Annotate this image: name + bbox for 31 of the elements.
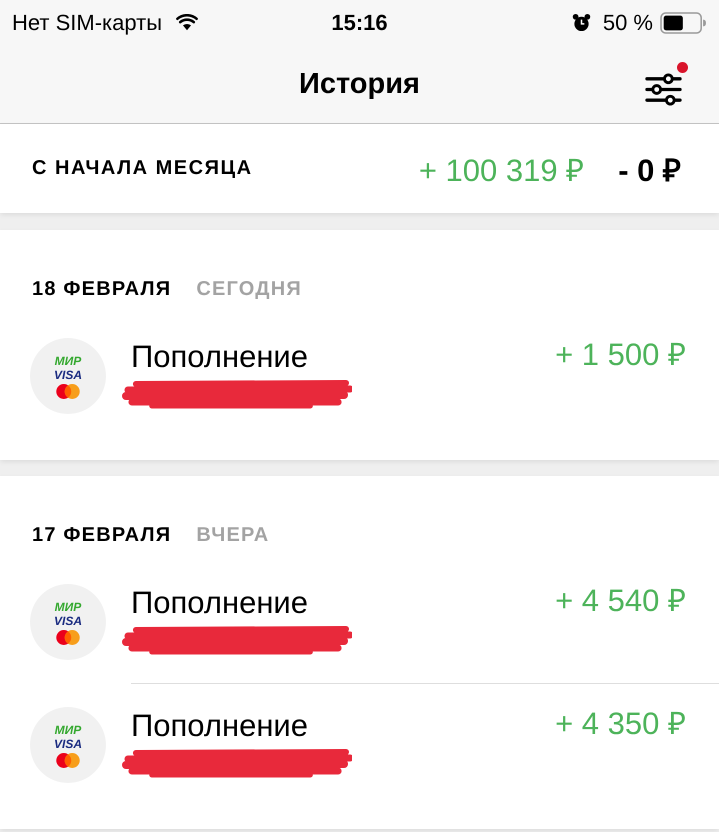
battery-percent: 50 % <box>602 10 653 36</box>
day-date: 18 ФЕВРАЛЯ <box>32 278 172 300</box>
mastercard-icon <box>56 752 80 768</box>
mastercard-icon <box>56 630 80 644</box>
day-date: 17 ФЕВРАЛЯ <box>32 524 172 546</box>
visa-logo: VISA <box>54 368 82 382</box>
transaction-title: Пополнение <box>131 709 308 743</box>
transaction-amount: + 1 500 ₽ <box>555 338 686 372</box>
expense-total: - 0 ₽ <box>618 152 681 190</box>
transaction-amount: + 4 350 ₽ <box>555 707 686 741</box>
mastercard-icon <box>56 384 80 398</box>
filter-button[interactable] <box>645 62 688 106</box>
wifi-icon <box>176 14 198 31</box>
day-relative-label: ВЧЕРА <box>196 524 270 546</box>
alarm-clock-icon <box>572 13 591 32</box>
clock-time: 15:16 <box>331 10 388 36</box>
page-title: История <box>299 68 420 100</box>
carrier-label: Нет SIM-карты <box>12 10 162 36</box>
sliders-icon <box>645 73 682 106</box>
summary-label: С НАЧАЛА МЕСЯЦА <box>32 157 253 180</box>
visa-logo: VISA <box>54 614 82 628</box>
transaction-title: Пополнение <box>131 340 308 374</box>
mir-logo: МИР <box>54 600 82 614</box>
transaction-title: Пополнение <box>131 586 308 620</box>
transaction-amount: + 4 540 ₽ <box>555 584 686 618</box>
visa-logo: VISA <box>54 736 82 750</box>
mir-logo: МИР <box>54 722 82 736</box>
battery-icon <box>660 12 707 34</box>
income-total: + 100 319 ₽ <box>418 152 584 190</box>
day-relative-label: СЕГОДНЯ <box>196 278 302 300</box>
mir-logo: МИР <box>54 354 82 368</box>
